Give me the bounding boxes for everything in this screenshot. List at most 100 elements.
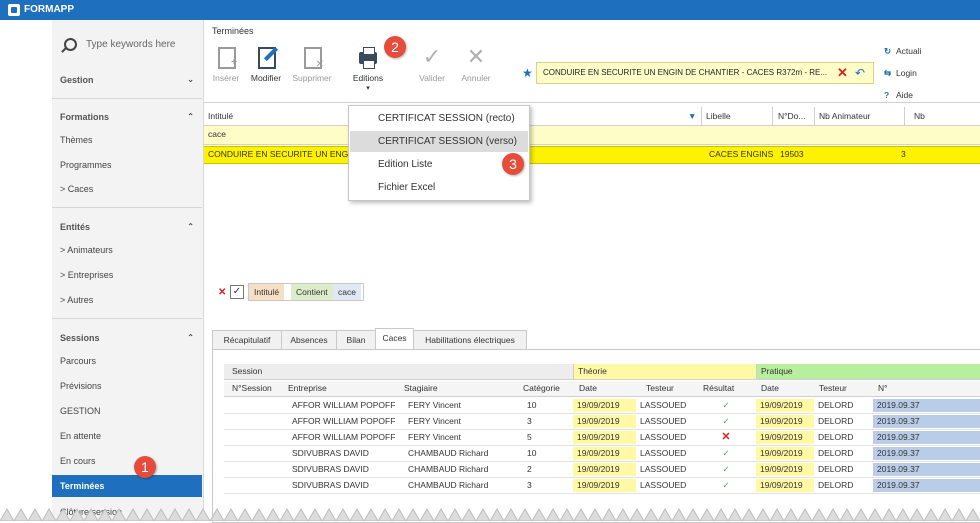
nav-section-label: Entités bbox=[60, 222, 91, 232]
cell-theorie-testeur: LASSOUED bbox=[640, 448, 687, 458]
sidebar-item-entreprises[interactable]: > Entreprises bbox=[60, 270, 196, 280]
menu-item-label: CERTIFICAT SESSION (verso) bbox=[378, 136, 517, 147]
sidebar-item-terminees[interactable]: Terminées bbox=[52, 475, 202, 497]
cell-nb-animateur: 3 bbox=[901, 149, 906, 159]
menu-item-label: Edition Liste bbox=[378, 159, 433, 170]
cell-theorie-testeur: LASSOUED bbox=[640, 400, 687, 410]
sidebar-item-parcours[interactable]: Parcours bbox=[60, 356, 196, 366]
filter-field: Intitulé bbox=[249, 284, 285, 300]
cancel-label: Annuler bbox=[461, 73, 491, 83]
cell-no: 2019.09.37 bbox=[873, 431, 980, 444]
menu-item-fichier-excel[interactable]: Fichier Excel bbox=[350, 177, 528, 198]
sidebar-item-themes[interactable]: Thèmes bbox=[60, 135, 196, 145]
sidebar-item-caces[interactable]: > Caces bbox=[60, 184, 196, 194]
col-libelle[interactable]: Libelle bbox=[706, 111, 731, 121]
col-categorie[interactable]: Catégorie bbox=[523, 382, 560, 395]
nav-section-formations[interactable]: Formations ⌃ bbox=[60, 112, 196, 122]
validate-button[interactable]: ✓ Valider bbox=[412, 46, 452, 84]
cell-nosession bbox=[232, 463, 286, 476]
col-entreprise[interactable]: Entreprise bbox=[288, 382, 327, 395]
cell-theorie-date: 19/09/2019 bbox=[573, 447, 636, 460]
col-theorie-date[interactable]: Date bbox=[579, 382, 597, 395]
col-nosession[interactable]: N°Session bbox=[232, 382, 272, 395]
star-icon[interactable]: ★ bbox=[522, 66, 533, 80]
search-icon bbox=[64, 38, 77, 51]
group-theorie: Théorie bbox=[573, 364, 756, 379]
refresh-button[interactable]: ↻ Actuali bbox=[884, 46, 922, 57]
cell-nosession bbox=[232, 415, 286, 428]
cell-pratique-testeur: DELORD bbox=[818, 448, 854, 458]
menu-item-certificat-verso[interactable]: CERTIFICAT SESSION (verso) bbox=[350, 131, 528, 152]
pass-check-icon: ✓ bbox=[722, 416, 730, 426]
sidebar: Type keywords here Gestion ⌄ Formations ⌃ … bbox=[52, 20, 204, 521]
col-nb[interactable]: Nb bbox=[914, 111, 925, 121]
filter-enabled-checkbox[interactable]: ✓ bbox=[230, 285, 244, 299]
divider bbox=[224, 477, 980, 478]
sidebar-item-previsions[interactable]: Prévisions bbox=[60, 381, 196, 391]
cell-no: 2019.09.37 bbox=[873, 447, 980, 460]
search-input[interactable]: Type keywords here bbox=[64, 38, 194, 54]
tab-absences[interactable]: Absences bbox=[281, 330, 337, 349]
refresh-icon: ↻ bbox=[884, 46, 892, 56]
col-theorie-testeur[interactable]: Testeur bbox=[646, 382, 674, 395]
column-filter-icon[interactable]: ▼ bbox=[688, 111, 696, 121]
tab-bilan[interactable]: Bilan bbox=[336, 330, 376, 349]
sidebar-item-programmes[interactable]: Programmes bbox=[60, 160, 196, 170]
sidebar-item-en-attente[interactable]: En attente bbox=[60, 431, 196, 441]
col-no[interactable]: N° bbox=[878, 382, 888, 395]
menu-item-certificat-recto[interactable]: CERTIFICAT SESSION (recto) bbox=[350, 108, 528, 129]
cell-pratique-testeur: DELORD bbox=[818, 400, 854, 410]
undo-icon[interactable]: ↶ bbox=[855, 66, 865, 80]
group-theorie-label: Théorie bbox=[578, 366, 607, 376]
cell-categorie: 5 bbox=[527, 432, 532, 442]
tab-habilitations[interactable]: Habilitations électriques bbox=[413, 330, 527, 349]
cell-nosession bbox=[232, 399, 286, 412]
insert-icon: + bbox=[215, 46, 237, 69]
toolbar: Terminées + Insérer Modifier ✕ Supprimer… bbox=[204, 20, 980, 103]
login-button[interactable]: ⇆ Login bbox=[884, 68, 917, 79]
help-button[interactable]: ? Aide bbox=[884, 90, 913, 100]
app-logo-icon bbox=[8, 4, 20, 16]
delete-icon: ✕ bbox=[301, 46, 324, 70]
sidebar-item-animateurs[interactable]: > Animateurs bbox=[60, 245, 196, 255]
cell-stagiaire: FERY Vincent bbox=[408, 432, 461, 442]
col-intitule[interactable]: Intitulé bbox=[208, 111, 233, 121]
nav-section-gestion[interactable]: Gestion ⌄ bbox=[60, 75, 196, 85]
clear-filter-icon[interactable]: ✕ bbox=[837, 65, 848, 81]
col-pratique-testeur[interactable]: Testeur bbox=[819, 382, 847, 395]
sidebar-item-autres[interactable]: > Autres bbox=[60, 295, 196, 305]
torn-edge bbox=[0, 508, 980, 521]
clear-filter-icon[interactable]: ✕ bbox=[218, 287, 226, 298]
chevron-up-icon: ⌃ bbox=[187, 333, 194, 342]
cell-theorie-date: 19/09/2019 bbox=[573, 479, 636, 492]
sidebar-item-gestion[interactable]: GESTION bbox=[60, 406, 196, 416]
editions-button[interactable]: Editions ▾ bbox=[348, 46, 388, 92]
col-nodo[interactable]: N°Do... bbox=[778, 111, 806, 121]
nav-section-sessions[interactable]: Sessions ⌃ bbox=[60, 333, 196, 343]
col-pratique-date[interactable]: Date bbox=[761, 382, 779, 395]
active-filter-field[interactable]: CONDUIRE EN SECURITE UN ENGIN DE CHANTIE… bbox=[536, 62, 874, 84]
pass-check-icon: ✓ bbox=[722, 400, 730, 410]
cell-pratique-testeur: DELORD bbox=[818, 432, 854, 442]
col-stagiaire[interactable]: Stagiaire bbox=[404, 382, 438, 395]
filter-chip[interactable]: Intitulé Contient cace bbox=[248, 283, 364, 301]
grid-filter-row[interactable]: cace bbox=[204, 126, 980, 145]
insert-button[interactable]: + Insérer bbox=[206, 46, 246, 83]
tab-caces[interactable]: Caces bbox=[375, 328, 414, 350]
insert-label: Insérer bbox=[212, 73, 240, 83]
nav-section-entites[interactable]: Entités ⌃ bbox=[60, 222, 196, 232]
tab-recapitulatif[interactable]: Récapitulatif bbox=[212, 330, 282, 349]
table-row[interactable]: CONDUIRE EN SECURITE UN ENGIN CACES ENGI… bbox=[204, 146, 980, 164]
tab-bar: Récapitulatif Absences Bilan Caces Habil… bbox=[212, 328, 972, 350]
cell-pratique-date: 19/09/2019 bbox=[756, 399, 814, 412]
col-nb-animateur[interactable]: Nb Animateur bbox=[819, 111, 871, 121]
cell-categorie: 10 bbox=[527, 400, 537, 410]
cancel-button[interactable]: ✕ Annuler bbox=[456, 46, 496, 84]
cell-pratique-testeur: DELORD bbox=[818, 416, 854, 426]
sidebar-item-en-cours[interactable]: En cours bbox=[60, 456, 196, 466]
col-resultat[interactable]: Résultat bbox=[703, 382, 734, 395]
delete-button[interactable]: ✕ Supprimer bbox=[292, 46, 332, 83]
edit-button[interactable]: Modifier bbox=[246, 46, 286, 83]
cell-stagiaire: FERY Vincent bbox=[408, 416, 461, 426]
cell-pratique-date: 19/09/2019 bbox=[756, 431, 814, 444]
